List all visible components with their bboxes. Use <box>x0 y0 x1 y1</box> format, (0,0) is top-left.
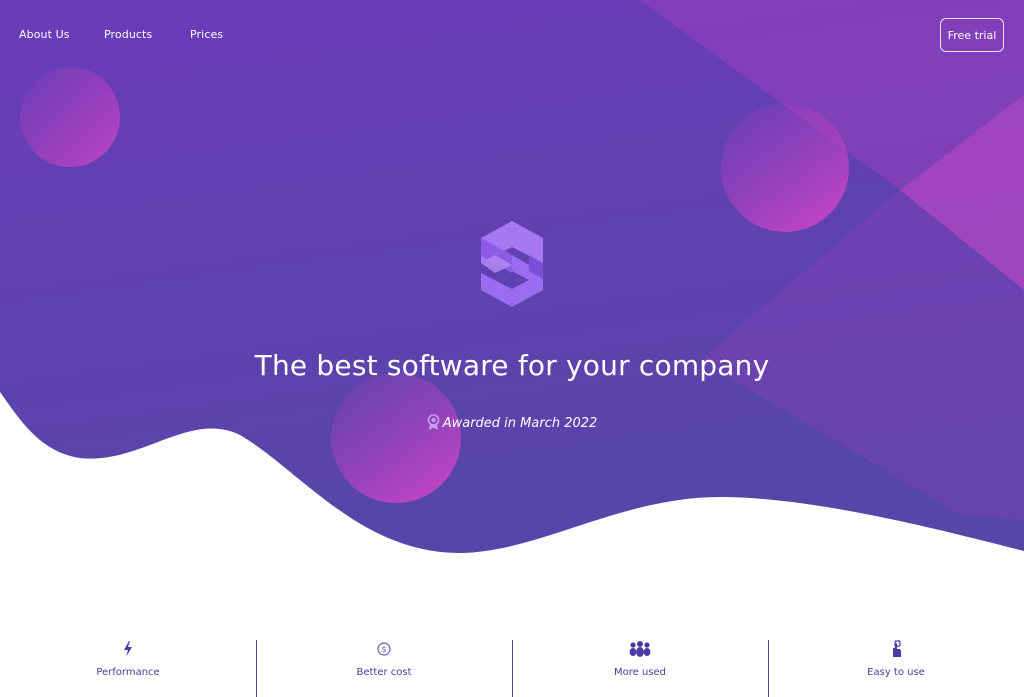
coin-icon: $ <box>377 642 391 656</box>
landing-page: About Us Products Prices Free trial The … <box>0 0 1024 697</box>
feature-label: More used <box>613 667 667 678</box>
feature-label: Easy to use <box>867 667 925 678</box>
feature-easy-to-use[interactable]: Easy to use <box>768 636 1024 697</box>
feature-label: Better cost <box>356 667 412 678</box>
svg-text:$: $ <box>381 645 386 654</box>
nav-link-about-us[interactable]: About Us <box>19 28 70 41</box>
users-group-icon <box>629 641 651 657</box>
hero-headline: The best software for your company <box>254 349 770 382</box>
feature-more-used[interactable]: More used <box>512 636 768 697</box>
touch-hand-icon <box>893 640 901 657</box>
nav-link-prices[interactable]: Prices <box>190 28 223 41</box>
feature-label: Performance <box>96 667 160 678</box>
feature-better-cost[interactable]: $ Better cost <box>256 636 512 697</box>
award-text: Awarded in March 2022 <box>442 416 598 431</box>
top-navigation: About Us Products Prices Free trial <box>0 0 1024 72</box>
brand-s-hexagon-icon <box>481 221 543 307</box>
feature-strip: Performance $ Better cost More used Easy… <box>0 636 1024 697</box>
nav-link-products[interactable]: Products <box>104 28 152 41</box>
award-badge: Awarded in March 2022 <box>0 414 1024 431</box>
feature-performance[interactable]: Performance <box>0 636 256 697</box>
lightning-bolt-icon <box>124 641 132 657</box>
award-ribbon-icon <box>427 414 440 430</box>
free-trial-button[interactable]: Free trial <box>940 18 1004 52</box>
